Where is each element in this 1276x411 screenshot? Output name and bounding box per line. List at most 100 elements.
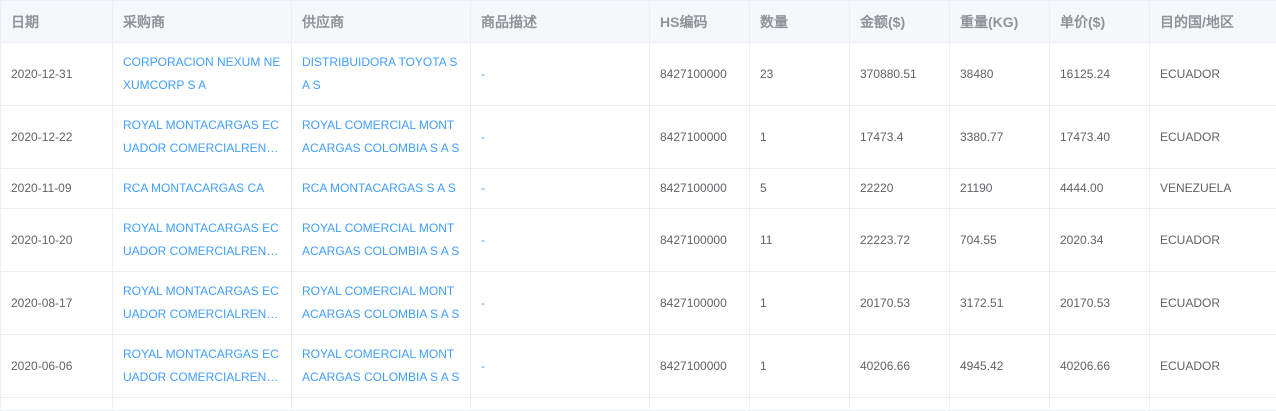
table-row: 2020-06-06 ROYAL MONTACARGAS ECUADOR COM… <box>1 335 1276 398</box>
table-row: 2020-08-17 ROYAL MONTACARGAS ECUADOR COM… <box>1 272 1276 335</box>
description-link[interactable]: - <box>481 296 485 310</box>
column-header-unit-price: 单价($) <box>1050 1 1150 43</box>
table-row: 2020-11-09 RCA MONTACARGAS CA RCA MONTAC… <box>1 169 1276 209</box>
table-row: 2020-12-31 CORPORACION NEXUM NEXUMCORP S… <box>1 43 1276 106</box>
description-cell: - <box>471 106 650 169</box>
destination-cell: ECUADOR <box>1150 43 1276 106</box>
buyer-cell: ROYAL MONTACARGAS ECUADOR COMERCIALRENTA… <box>113 106 292 169</box>
buyer-link[interactable]: ROYAL MONTACARGAS ECUADOR COMERCIALRENTA… <box>123 280 281 326</box>
empty-cell <box>950 398 1050 411</box>
quantity-cell: 1 <box>750 272 850 335</box>
amount-cell: 20170.53 <box>850 272 950 335</box>
description-link[interactable]: - <box>481 359 485 373</box>
column-header-description: 商品描述 <box>471 1 650 43</box>
supplier-link[interactable]: ROYAL COMERCIAL MONTACARGAS COLOMBIA S A… <box>302 217 460 263</box>
date-cell: 2020-08-17 <box>1 272 113 335</box>
description-link[interactable]: - <box>481 130 485 144</box>
unit-price-cell: 20170.53 <box>1050 272 1150 335</box>
column-header-amount: 金额($) <box>850 1 950 43</box>
column-header-supplier: 供应商 <box>292 1 471 43</box>
date-cell: 2020-06-06 <box>1 335 113 398</box>
amount-cell: 22220 <box>850 169 950 209</box>
supplier-cell: ROYAL COMERCIAL MONTACARGAS COLOMBIA S A… <box>292 335 471 398</box>
destination-cell: ECUADOR <box>1150 106 1276 169</box>
empty-cell <box>750 398 850 411</box>
weight-cell: 4945.42 <box>950 335 1050 398</box>
hs-code-cell: 8427100000 <box>650 106 750 169</box>
amount-cell: 22223.72 <box>850 209 950 272</box>
supplier-cell: RCA MONTACARGAS S A S <box>292 169 471 209</box>
empty-cell <box>1050 398 1150 411</box>
amount-cell: 40206.66 <box>850 335 950 398</box>
supplier-cell: DISTRIBUIDORA TOYOTA S A S <box>292 43 471 106</box>
empty-cell <box>471 398 650 411</box>
table-header-row: 日期 采购商 供应商 商品描述 HS编码 数量 金额($) 重量(KG) 单价(… <box>1 1 1276 43</box>
unit-price-cell: 4444.00 <box>1050 169 1150 209</box>
weight-cell: 704.55 <box>950 209 1050 272</box>
amount-cell: 370880.51 <box>850 43 950 106</box>
buyer-link[interactable]: RCA MONTACARGAS CA <box>123 177 281 200</box>
quantity-cell: 1 <box>750 335 850 398</box>
buyer-link[interactable]: CORPORACION NEXUM NEXUMCORP S A <box>123 51 281 97</box>
buyer-cell: ROYAL MONTACARGAS ECUADOR COMERCIALRENTA… <box>113 272 292 335</box>
description-link[interactable]: - <box>481 181 485 195</box>
description-cell: - <box>471 209 650 272</box>
hs-code-cell: 8427100000 <box>650 335 750 398</box>
date-cell: 2020-10-20 <box>1 209 113 272</box>
buyer-cell: ROYAL MONTACARGAS ECUADOR COMERCIALRENTA… <box>113 209 292 272</box>
quantity-cell: 11 <box>750 209 850 272</box>
supplier-link[interactable]: RCA MONTACARGAS S A S <box>302 177 460 200</box>
table-row: 2020-10-20 ROYAL MONTACARGAS ECUADOR COM… <box>1 209 1276 272</box>
buyer-link[interactable]: ROYAL MONTACARGAS ECUADOR COMERCIALRENTA… <box>123 343 281 389</box>
quantity-cell: 5 <box>750 169 850 209</box>
hs-code-cell: 8427100000 <box>650 209 750 272</box>
hs-code-cell: 8427100000 <box>650 169 750 209</box>
unit-price-cell: 16125.24 <box>1050 43 1150 106</box>
description-cell: - <box>471 272 650 335</box>
supplier-link[interactable]: ROYAL COMERCIAL MONTACARGAS COLOMBIA S A… <box>302 343 460 389</box>
column-header-date: 日期 <box>1 1 113 43</box>
buyer-cell: RCA MONTACARGAS CA <box>113 169 292 209</box>
buyer-cell: ROYAL MONTACARGAS ECUADOR COMERCIALRENTA… <box>113 335 292 398</box>
description-cell: - <box>471 335 650 398</box>
hs-code-cell: 8427100000 <box>650 43 750 106</box>
date-cell: 2020-12-31 <box>1 43 113 106</box>
column-header-buyer: 采购商 <box>113 1 292 43</box>
table-row: 2020-12-22 ROYAL MONTACARGAS ECUADOR COM… <box>1 106 1276 169</box>
destination-cell: ECUADOR <box>1150 209 1276 272</box>
supplier-link[interactable]: ROYAL COMERCIAL MONTACARGAS COLOMBIA S A… <box>302 280 460 326</box>
table-row-partial <box>1 398 1276 411</box>
column-header-weight: 重量(KG) <box>950 1 1050 43</box>
buyer-link[interactable]: ROYAL MONTACARGAS ECUADOR COMERCIALRENTA… <box>123 114 281 160</box>
unit-price-cell: 17473.40 <box>1050 106 1150 169</box>
destination-cell: VENEZUELA <box>1150 169 1276 209</box>
column-header-destination: 目的国/地区 <box>1150 1 1276 43</box>
supplier-cell: ROYAL COMERCIAL MONTACARGAS COLOMBIA S A… <box>292 106 471 169</box>
empty-cell <box>850 398 950 411</box>
supplier-cell: ROYAL COMERCIAL MONTACARGAS COLOMBIA S A… <box>292 272 471 335</box>
column-header-quantity: 数量 <box>750 1 850 43</box>
empty-cell <box>650 398 750 411</box>
buyer-cell: CORPORACION NEXUM NEXUMCORP S A <box>113 43 292 106</box>
supplier-cell: ROYAL COMERCIAL MONTACARGAS COLOMBIA S A… <box>292 209 471 272</box>
date-cell: 2020-11-09 <box>1 169 113 209</box>
column-header-hs-code: HS编码 <box>650 1 750 43</box>
empty-cell <box>113 398 292 411</box>
description-cell: - <box>471 169 650 209</box>
empty-cell <box>292 398 471 411</box>
unit-price-cell: 2020.34 <box>1050 209 1150 272</box>
description-link[interactable]: - <box>481 233 485 247</box>
weight-cell: 21190 <box>950 169 1050 209</box>
supplier-link[interactable]: DISTRIBUIDORA TOYOTA S A S <box>302 51 460 97</box>
unit-price-cell: 40206.66 <box>1050 335 1150 398</box>
destination-cell: ECUADOR <box>1150 335 1276 398</box>
weight-cell: 3380.77 <box>950 106 1050 169</box>
destination-cell: ECUADOR <box>1150 272 1276 335</box>
description-link[interactable]: - <box>481 67 485 81</box>
trade-records-table: 日期 采购商 供应商 商品描述 HS编码 数量 金额($) 重量(KG) 单价(… <box>0 0 1276 411</box>
empty-cell <box>1 398 113 411</box>
supplier-link[interactable]: ROYAL COMERCIAL MONTACARGAS COLOMBIA S A… <box>302 114 460 160</box>
date-cell: 2020-12-22 <box>1 106 113 169</box>
buyer-link[interactable]: ROYAL MONTACARGAS ECUADOR COMERCIALRENTA… <box>123 217 281 263</box>
weight-cell: 38480 <box>950 43 1050 106</box>
